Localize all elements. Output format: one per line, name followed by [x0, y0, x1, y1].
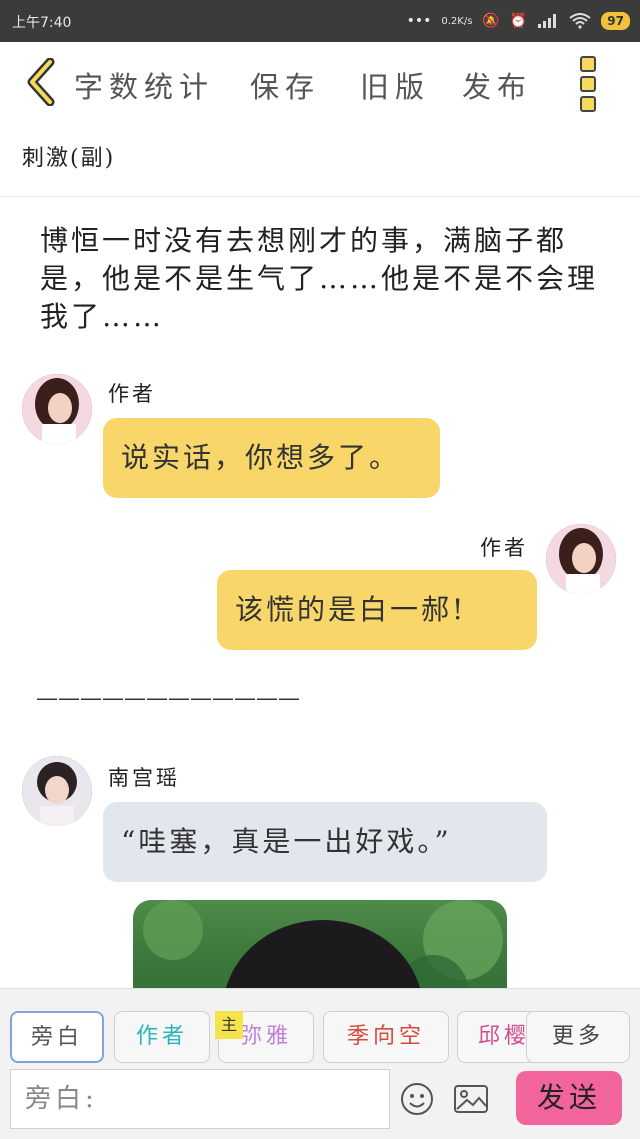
narration-text: 博恒一时没有去想刚才的事，满脑子都是，他是不是生气了……他是不是不会理我了…… — [40, 224, 599, 333]
word-count-button[interactable]: 字数统计 — [74, 64, 214, 106]
header-divider — [0, 196, 640, 197]
role-label: 作者 — [135, 1024, 188, 1049]
role-label: 邱樱 — [478, 1024, 531, 1049]
role-narrator-button[interactable]: 旁白 — [10, 1011, 104, 1063]
image-icon[interactable] — [453, 1082, 489, 1116]
old-version-button[interactable]: 旧版 — [360, 64, 430, 106]
save-button[interactable]: 保存 — [250, 64, 320, 106]
send-button[interactable]: 发送 — [516, 1071, 622, 1125]
status-time: 上午7:40 — [12, 15, 72, 31]
section-divider: ———————————— — [36, 686, 300, 711]
author-avatar[interactable] — [546, 524, 616, 594]
back-chevron-icon[interactable] — [22, 58, 62, 106]
alarm-icon: ⏰ — [509, 13, 528, 29]
composer-panel: 旁白 作者 弥雅 主 季向空 邱樱 更多 旁白: 发送 — [0, 988, 640, 1139]
main-role-badge: 主 — [215, 1011, 243, 1039]
message-bubble[interactable]: 说实话，你想多了。 — [103, 418, 440, 498]
speaker-name: 作者 — [108, 382, 156, 406]
signal-icon — [538, 14, 557, 28]
status-bar: 上午7:40 ••• 0.2K/s 🔕 ⏰ 97 — [0, 0, 640, 42]
dots-icon: ••• — [406, 13, 432, 29]
role-qiuying-button[interactable]: 邱樱 — [457, 1011, 537, 1063]
input-placeholder: 旁白: — [25, 1084, 98, 1114]
battery-badge: 97 — [601, 12, 630, 30]
speaker-name: 南宫瑶 — [108, 766, 180, 790]
message-bubble[interactable]: “哇塞，真是一出好戏。” — [103, 802, 547, 882]
author-avatar[interactable] — [22, 374, 92, 444]
role-label: 季向空 — [346, 1024, 425, 1049]
role-jixiangkong-button[interactable]: 季向空 — [323, 1011, 449, 1063]
message-input[interactable]: 旁白: — [10, 1069, 390, 1129]
top-toolbar: 字数统计 保存 旧版 发布 — [0, 42, 640, 126]
publish-button[interactable]: 发布 — [462, 64, 532, 106]
character-avatar[interactable] — [22, 756, 92, 826]
mute-icon: 🔕 — [482, 13, 500, 29]
message-bubble[interactable]: 该慌的是白一郝! — [217, 570, 537, 650]
more-roles-label: 更多 — [551, 1024, 604, 1049]
role-label: 弥雅 — [239, 1024, 292, 1049]
role-author-button[interactable]: 作者 — [114, 1011, 210, 1063]
status-icons: ••• 0.2K/s 🔕 ⏰ 97 — [407, 8, 630, 34]
role-label: 旁白 — [30, 1025, 83, 1050]
emoji-icon[interactable] — [400, 1082, 434, 1116]
speaker-name: 作者 — [480, 536, 528, 560]
more-menu-icon[interactable] — [580, 56, 598, 112]
network-speed: 0.2K/s — [441, 15, 473, 27]
wifi-icon — [569, 13, 591, 29]
more-roles-button[interactable]: 更多 — [526, 1011, 630, 1063]
chapter-title: 刺激(副) — [22, 146, 116, 171]
